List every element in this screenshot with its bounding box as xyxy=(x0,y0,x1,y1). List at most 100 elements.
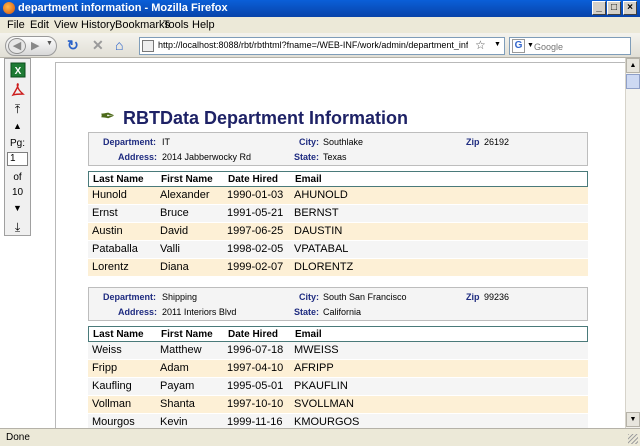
col-email: Email xyxy=(295,329,322,340)
pdf-export-icon[interactable] xyxy=(7,82,28,98)
cell-date-hired: 1998-02-05 xyxy=(227,243,284,255)
navigation-toolbar: ◀ ▶ ▼ ↻ ✕ ⌂ http://localhost:8088/rbt/rb… xyxy=(0,33,640,58)
table-row: Fripp Adam 1997-04-10 AFRIPP xyxy=(88,360,588,377)
cell-last-name: Ernst xyxy=(92,207,118,219)
table-row: Weiss Matthew 1996-07-18 MWEISS xyxy=(88,342,588,359)
status-bar: Done xyxy=(0,428,640,446)
url-bar[interactable]: http://localhost:8088/rbt/rbthtml?fname=… xyxy=(139,37,505,55)
page-label: Pg: xyxy=(9,138,25,149)
forward-button[interactable]: ▶ xyxy=(31,39,39,52)
close-button[interactable]: × xyxy=(623,1,637,15)
svg-text:X: X xyxy=(14,66,21,77)
search-input[interactable] xyxy=(534,40,628,53)
cell-first-name: Diana xyxy=(160,261,189,273)
back-forward-group: ◀ ▶ ▼ xyxy=(5,36,57,56)
city-value: Southlake xyxy=(323,137,364,147)
quill-logo-icon: ✒ xyxy=(100,106,116,126)
url-dropdown-icon[interactable]: ▼ xyxy=(494,41,501,48)
state-label: State: xyxy=(294,152,320,162)
cell-email: DLORENTZ xyxy=(294,261,354,273)
menu-help[interactable]: Help xyxy=(192,19,215,31)
zip-label: Zip xyxy=(466,292,480,302)
report-toolbar: X ⤒ ▲ Pg: 1 of 10 ▼ ⤓ xyxy=(4,58,31,236)
cell-first-name: Valli xyxy=(160,243,180,255)
minimize-button[interactable]: _ xyxy=(592,1,606,15)
page-number-input[interactable]: 1 xyxy=(7,152,28,166)
cell-date-hired: 1997-10-10 xyxy=(227,398,284,410)
menu-bookmarks[interactable]: Bookmarks xyxy=(115,19,170,31)
menu-file[interactable]: File xyxy=(7,19,25,31)
url-text[interactable]: http://localhost:8088/rbt/rbthtml?fname=… xyxy=(158,40,468,50)
next-page-icon[interactable]: ▼ xyxy=(7,203,28,213)
status-text: Done xyxy=(6,432,30,443)
address-value: 2011 Interiors Blvd xyxy=(162,307,237,317)
menu-edit[interactable]: Edit xyxy=(30,19,49,31)
cell-first-name: Kevin xyxy=(160,416,188,428)
cell-first-name: Shanta xyxy=(160,398,195,410)
report-canvas: ✒ RBTData Department Information Departm… xyxy=(55,62,625,428)
state-label: State: xyxy=(294,307,320,317)
report-title: RBTData Department Information xyxy=(123,108,409,128)
department-label: Department: xyxy=(103,292,157,302)
cell-first-name: Adam xyxy=(160,362,189,374)
last-page-icon[interactable]: ⤓ xyxy=(7,220,28,235)
menu-tools[interactable]: Tools xyxy=(163,19,189,31)
cell-date-hired: 1999-11-16 xyxy=(227,416,283,428)
table-row: Austin David 1997-06-25 DAUSTIN xyxy=(88,223,588,240)
col-date-hired: Date Hired xyxy=(228,329,279,340)
total-pages: 10 xyxy=(11,187,24,198)
cell-last-name: Austin xyxy=(92,225,123,237)
vertical-scrollbar[interactable]: ▲ ▼ xyxy=(625,58,640,428)
page-content: X ⤒ ▲ Pg: 1 of 10 ▼ ⤓ ✒ RBTData Departme… xyxy=(0,58,625,428)
cell-last-name: Weiss xyxy=(92,344,122,356)
reload-icon[interactable]: ↻ xyxy=(67,38,79,52)
cell-email: AFRIPP xyxy=(294,362,334,374)
cell-email: VPATABAL xyxy=(294,243,349,255)
home-icon[interactable]: ⌂ xyxy=(115,38,123,52)
col-date-hired: Date Hired xyxy=(228,174,279,185)
search-box[interactable]: G ▼ xyxy=(509,37,631,55)
back-button[interactable]: ◀ xyxy=(8,38,26,54)
history-dropdown-icon[interactable]: ▼ xyxy=(46,40,53,47)
state-value: Texas xyxy=(323,152,347,162)
previous-page-icon[interactable]: ▲ xyxy=(7,121,28,131)
zip-value: 26192 xyxy=(484,137,510,147)
resize-grip-icon[interactable] xyxy=(628,434,638,444)
scroll-down-icon[interactable]: ▼ xyxy=(626,412,640,427)
maximize-button[interactable]: □ xyxy=(607,1,621,15)
col-first-name: First Name xyxy=(161,329,213,340)
cell-date-hired: 1995-05-01 xyxy=(227,380,284,392)
city-label: City: xyxy=(299,292,319,302)
cell-last-name: Vollman xyxy=(92,398,132,410)
cell-date-hired: 1997-06-25 xyxy=(227,225,284,237)
cell-last-name: Kaufling xyxy=(92,380,132,392)
bookmark-star-icon[interactable]: ☆ xyxy=(475,38,486,52)
first-page-icon[interactable]: ⤒ xyxy=(7,102,28,117)
firefox-icon xyxy=(3,2,15,14)
address-label: Address: xyxy=(118,152,158,162)
address-value: 2014 Jabberwocky Rd xyxy=(162,152,252,162)
stop-icon[interactable]: ✕ xyxy=(92,38,104,52)
department-label: Department: xyxy=(103,137,157,147)
menu-history[interactable]: History xyxy=(81,19,115,31)
table-header: Last Name First Name Date Hired Email xyxy=(88,171,588,187)
window-title-bar: department information - Mozilla Firefox… xyxy=(0,0,640,17)
menu-view[interactable]: View xyxy=(54,19,78,31)
scroll-thumb[interactable] xyxy=(626,74,640,89)
department-header: Department: IT Address: 2014 Jabberwocky… xyxy=(88,132,588,166)
cell-last-name: Mourgos xyxy=(92,416,135,428)
col-last-name: Last Name xyxy=(93,174,144,185)
cell-email: MWEISS xyxy=(294,344,339,356)
cell-email: BERNST xyxy=(294,207,339,219)
cell-last-name: Pataballa xyxy=(92,243,138,255)
menu-bar: File Edit View History Bookmarks Tools H… xyxy=(0,17,640,33)
scroll-up-icon[interactable]: ▲ xyxy=(626,58,640,73)
search-engine-dropdown-icon[interactable]: ▼ xyxy=(527,42,534,49)
excel-export-icon[interactable]: X xyxy=(7,62,28,78)
table-row: Pataballa Valli 1998-02-05 VPATABAL xyxy=(88,241,588,258)
table-row: Kaufling Payam 1995-05-01 PKAUFLIN xyxy=(88,378,588,395)
google-icon[interactable]: G xyxy=(512,39,525,53)
page-favicon-icon xyxy=(142,40,154,52)
table-row: Hunold Alexander 1990-01-03 AHUNOLD xyxy=(88,187,588,204)
department-value: IT xyxy=(162,137,170,147)
